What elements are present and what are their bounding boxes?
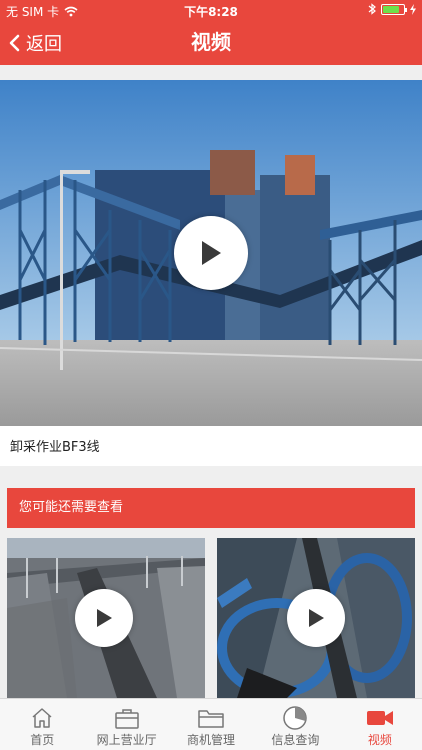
main-play-button[interactable] [174,216,248,290]
tab-info-query[interactable]: 信息查询 [253,699,337,750]
related-video-1[interactable] [7,538,205,698]
folder-icon [198,710,224,728]
battery-icon [381,3,407,15]
recommend-header: 您可能还需要查看 [7,488,415,528]
status-time: 下午8:28 [184,5,238,19]
tab-label: 首页 [30,733,55,747]
main-video-caption[interactable]: 卸采作业BF3线 [10,436,100,455]
related-video-2-play-button[interactable] [287,589,345,647]
main-video-player[interactable] [0,80,422,426]
status-right [368,3,416,15]
status-bar: 无 SIM 卡 下午8:28 [0,0,422,20]
battery-level [383,5,399,13]
play-icon [309,609,324,627]
tab-video[interactable]: 视频 [338,699,422,750]
tab-online-hall[interactable]: 网上营业厅 [84,699,168,750]
video-camera-icon [366,711,393,725]
page-title: 视频 [191,30,231,54]
tab-label: 商机管理 [187,733,236,747]
tab-label: 信息查询 [271,733,320,747]
tab-label: 网上营业厅 [96,733,157,747]
play-icon [97,609,112,627]
tab-label: 视频 [367,733,392,747]
play-icon [202,241,221,265]
main-video-card: 卸采作业BF3线 [0,80,422,466]
nav-bar: 返回 视频 [0,20,422,65]
tab-bar: 首页 网上营业厅 商机管理 信息查询 视频 [0,698,422,750]
pie-chart-icon [283,706,308,730]
home-icon [32,708,52,728]
tab-business[interactable]: 商机管理 [169,699,253,750]
charging-icon [410,3,416,15]
briefcase-icon [114,709,139,729]
related-video-1-play-button[interactable] [75,589,133,647]
bluetooth-icon [368,3,376,15]
tab-home[interactable]: 首页 [0,699,84,750]
related-video-2[interactable] [217,538,415,698]
